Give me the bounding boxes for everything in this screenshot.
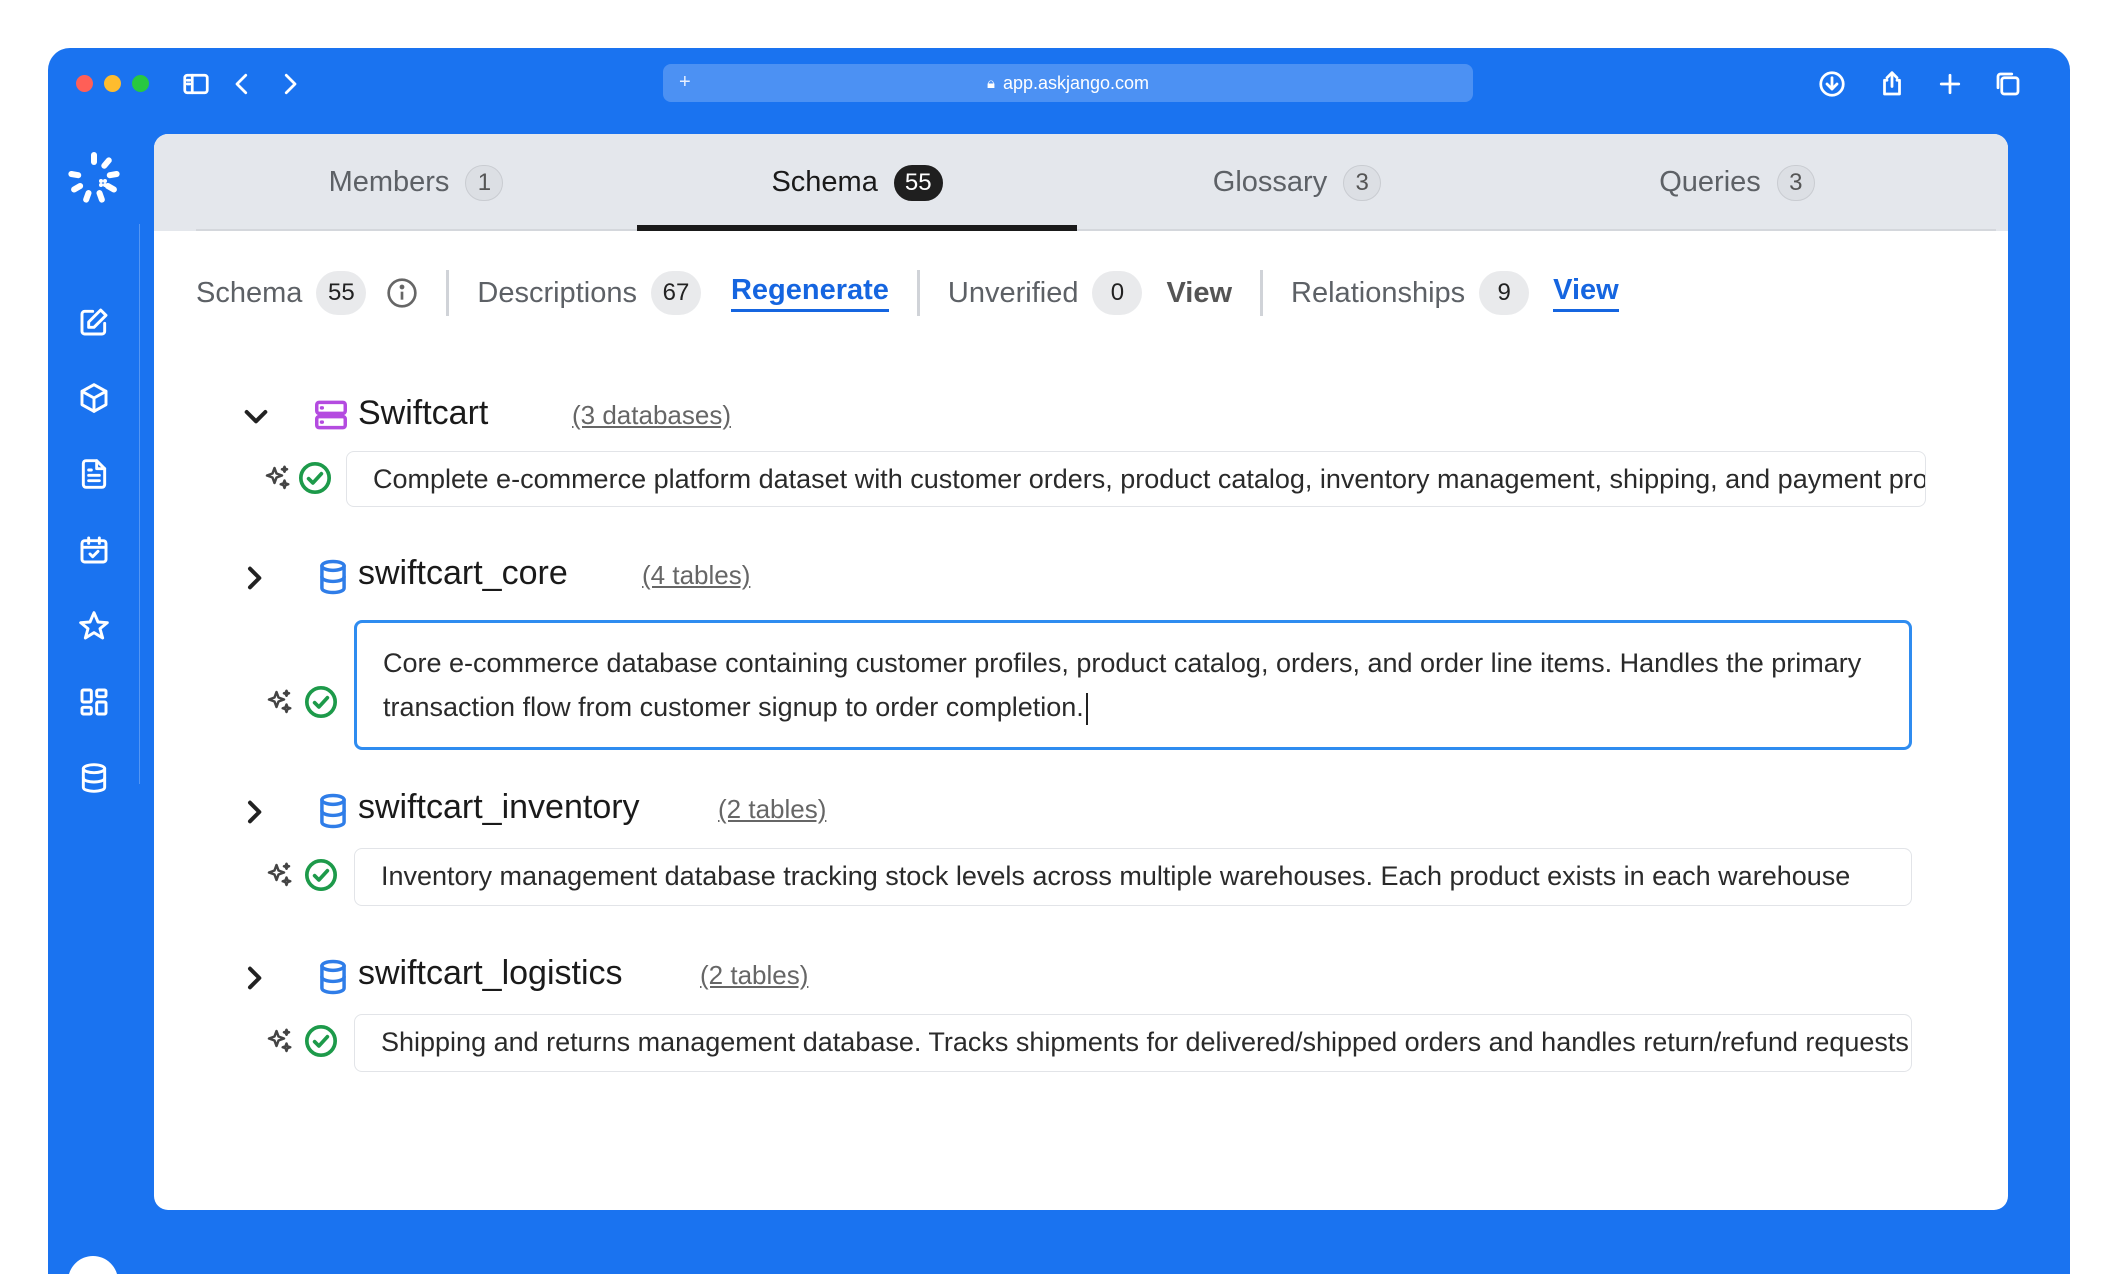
tab-queries[interactable]: Queries 3 (1517, 134, 1957, 231)
main-panel: Members 1 Schema 55 Glossary 3 Queries 3… (154, 134, 2008, 1210)
root-dataset-name[interactable]: Swiftcart (358, 394, 488, 433)
active-tab-indicator (637, 225, 1077, 231)
app-logo-icon[interactable] (64, 148, 124, 208)
tab-members[interactable]: Members 1 (196, 134, 636, 231)
download-icon[interactable] (1814, 66, 1850, 102)
database-icon (314, 792, 352, 830)
tab-count-badge: 1 (465, 164, 504, 201)
sidebar-divider (139, 224, 140, 784)
user-avatar[interactable]: PK (68, 1256, 118, 1274)
table-count[interactable]: (2 tables) (718, 794, 826, 825)
table-count[interactable]: (2 tables) (700, 960, 808, 991)
tab-schema[interactable]: Schema 55 (637, 134, 1077, 231)
root-database-count[interactable]: (3 databases) (572, 400, 731, 431)
sidebar-toggle-icon[interactable] (178, 66, 214, 102)
lock-icon: 🔒︎ (986, 74, 995, 92)
expand-chevron-icon[interactable] (238, 796, 270, 828)
table-count[interactable]: (4 tables) (642, 560, 750, 591)
toolbar-divider (446, 270, 450, 316)
ai-sparkle-icon[interactable] (262, 463, 296, 497)
database-name[interactable]: swiftcart_inventory (358, 788, 640, 827)
database-name[interactable]: swiftcart_core (358, 554, 568, 593)
collapse-chevron-icon[interactable] (240, 400, 272, 432)
tab-baseline (196, 229, 1996, 231)
close-window-button[interactable] (76, 75, 93, 92)
calendar-check-icon[interactable] (76, 532, 112, 568)
tab-count-badge: 55 (893, 164, 943, 201)
descriptions-label: Descriptions (477, 276, 637, 309)
verified-check-icon[interactable] (304, 1024, 338, 1058)
edit-icon[interactable] (76, 304, 112, 340)
database-icon (314, 558, 352, 596)
tab-label: Queries (1659, 166, 1761, 198)
document-icon[interactable] (76, 456, 112, 492)
relationships-view-link[interactable]: View (1553, 274, 1619, 312)
forward-icon[interactable] (272, 66, 308, 102)
expand-chevron-icon[interactable] (238, 962, 270, 994)
url-text: app.askjango.com (1002, 72, 1150, 93)
zoom-window-button[interactable] (132, 75, 149, 92)
back-icon[interactable] (224, 66, 260, 102)
new-tab-icon[interactable] (1932, 66, 1968, 102)
verified-check-icon[interactable] (304, 858, 338, 892)
minimize-window-button[interactable] (104, 75, 121, 92)
root-description-field[interactable]: Complete e-commerce platform dataset wit… (346, 451, 1926, 507)
schema-toolbar: Schema 55 Descriptions 67 Regenerate Unv… (196, 268, 1619, 318)
descriptions-count-badge: 67 (650, 271, 701, 315)
verified-check-icon[interactable] (304, 685, 338, 719)
sidebar: PK (48, 134, 140, 1274)
star-icon[interactable] (76, 608, 112, 644)
unverified-count-badge: 0 (1092, 271, 1143, 315)
regenerate-link[interactable]: Regenerate (730, 274, 889, 312)
toolbar-divider (916, 270, 920, 316)
schema-count-badge: 55 (316, 271, 367, 315)
tab-count-badge: 3 (1776, 164, 1815, 201)
tab-glossary[interactable]: Glossary 3 (1077, 134, 1517, 231)
share-icon[interactable] (1874, 66, 1910, 102)
unverified-label: Unverified (947, 276, 1079, 309)
database-icon (314, 958, 352, 996)
relationships-count-badge: 9 (1479, 271, 1530, 315)
relationships-label: Relationships (1291, 276, 1466, 309)
info-icon[interactable] (386, 277, 418, 309)
tab-overview-icon[interactable] (1990, 66, 2026, 102)
new-tab-plus-icon[interactable]: + (679, 71, 691, 94)
grid-icon[interactable] (76, 684, 112, 720)
database-description-field[interactable]: Shipping and returns management database… (354, 1014, 1912, 1072)
text-cursor (1085, 692, 1088, 725)
verified-check-icon[interactable] (298, 461, 332, 495)
address-bar[interactable]: + 🔒︎ app.askjango.com (663, 64, 1473, 102)
cube-icon[interactable] (76, 380, 112, 416)
browser-window: + 🔒︎ app.askjango.com Members 1 Schema 5… (48, 48, 2070, 1274)
tab-bar: Members 1 Schema 55 Glossary 3 Queries 3 (154, 134, 2008, 231)
database-icon[interactable] (76, 760, 112, 796)
ai-sparkle-icon[interactable] (264, 860, 298, 894)
ai-sparkle-icon[interactable] (264, 1026, 298, 1060)
ai-sparkle-icon[interactable] (264, 687, 298, 721)
tab-count-badge: 3 (1343, 164, 1382, 201)
toolbar-divider (1260, 270, 1264, 316)
title-bar: + 🔒︎ app.askjango.com (48, 48, 2070, 134)
tab-label: Schema (771, 166, 878, 198)
server-icon (312, 396, 350, 434)
schema-label: Schema (196, 276, 303, 309)
tab-label: Members (328, 166, 450, 198)
database-description-field[interactable]: Inventory management database tracking s… (354, 848, 1912, 906)
tab-label: Glossary (1212, 166, 1328, 198)
database-description-textarea[interactable]: Core e-commerce database containing cust… (354, 620, 1912, 750)
database-name[interactable]: swiftcart_logistics (358, 954, 623, 993)
expand-chevron-icon[interactable] (238, 562, 270, 594)
description-text: Core e-commerce database containing cust… (383, 648, 1862, 722)
unverified-view-link[interactable]: View (1166, 277, 1232, 310)
